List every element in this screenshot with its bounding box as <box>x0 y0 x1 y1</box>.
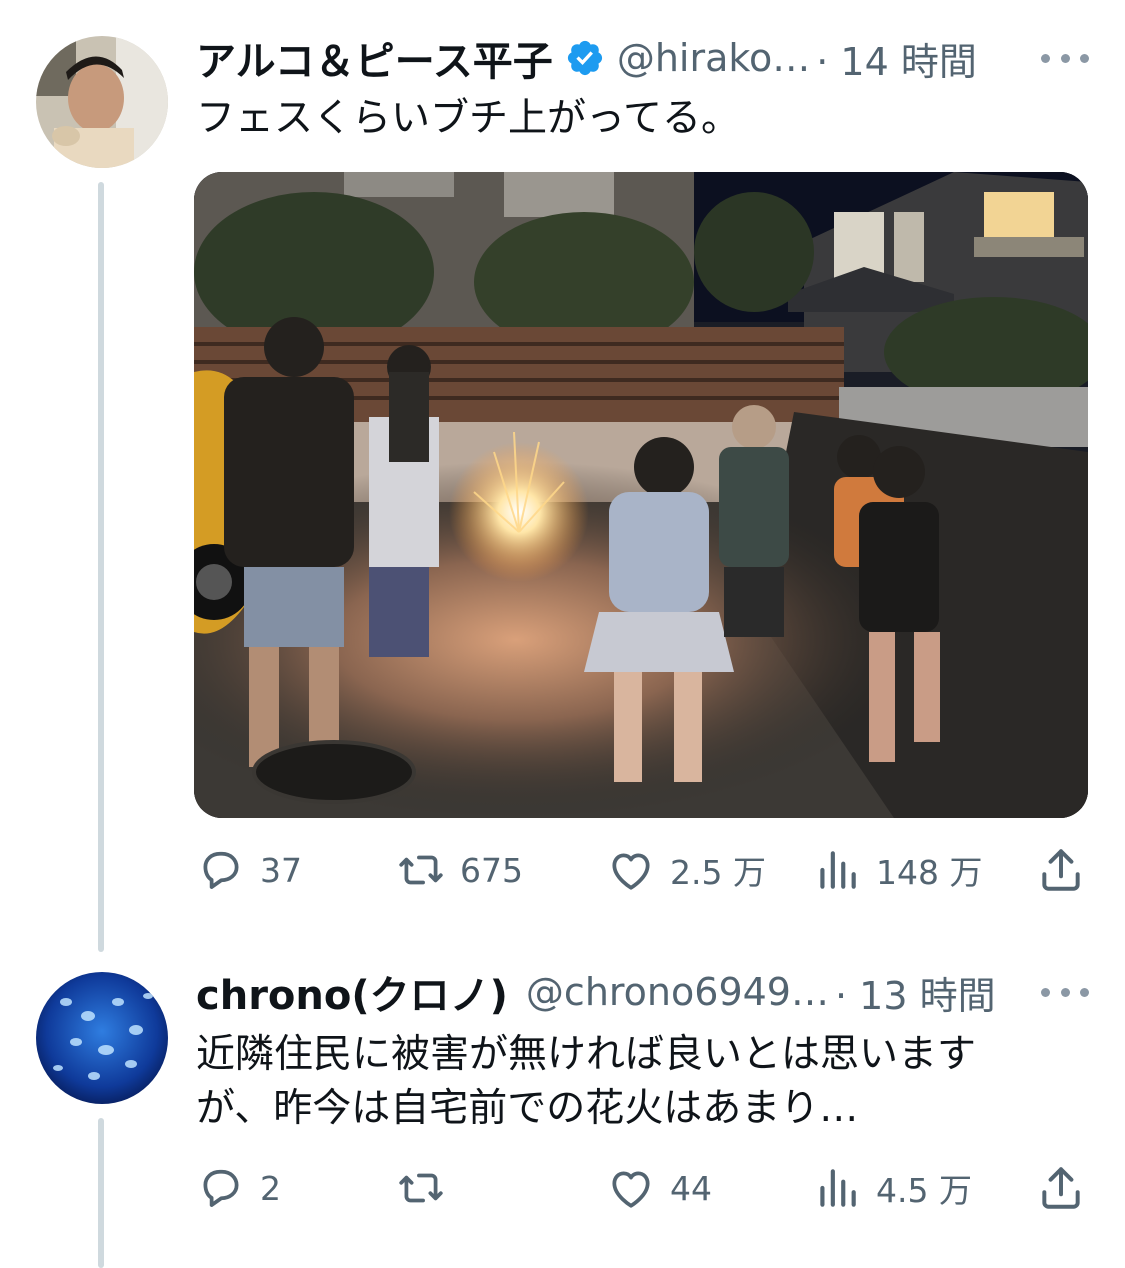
tweet-text: フェスくらいブチ上がってる。 <box>196 96 741 141</box>
user-handle[interactable]: @chrono6949… <box>526 970 829 1014</box>
retweet-button[interactable] <box>396 1158 460 1218</box>
reply-count: 2 <box>260 1168 281 1208</box>
display-name[interactable]: アルコ＆ピース平子 <box>196 29 553 87</box>
tweet-text: 近隣住民に被害が無ければ良いとは思います が、昨今は自宅前での花火はあまり… <box>196 1028 1076 1136</box>
views-button[interactable]: 4.5 万 <box>812 1158 972 1218</box>
tweet-text-line: 近隣住民に被害が無ければ良いとは思います <box>196 1032 977 1077</box>
timestamp[interactable]: · 13 時間 <box>835 965 996 1020</box>
views-count: 4.5 万 <box>876 1171 972 1210</box>
more-options-icon[interactable] <box>1041 46 1089 70</box>
views-count: 148 万 <box>876 853 983 892</box>
tweet-action-bar: 2 44 4.5 万 <box>196 1158 1092 1218</box>
reply-icon <box>203 851 239 889</box>
verified-badge-icon[interactable] <box>565 38 605 78</box>
thread-connector-line <box>98 182 104 952</box>
views-button[interactable]: 148 万 <box>812 840 982 900</box>
heart-icon <box>612 1171 650 1208</box>
avatar[interactable] <box>36 36 168 168</box>
tweet-header: アルコ＆ピース平子 @hirako… · 14 時間 <box>196 28 977 88</box>
avatar[interactable] <box>36 972 168 1104</box>
share-icon <box>1042 849 1080 891</box>
like-button[interactable]: 44 <box>606 1158 712 1218</box>
reply-button[interactable]: 2 <box>196 1158 281 1218</box>
reply-button[interactable]: 37 <box>196 840 302 900</box>
retweet-button[interactable]: 675 <box>396 840 523 900</box>
tweet-action-bar: 37 675 2.5 万 148 万 <box>196 840 1092 900</box>
share-icon <box>1042 1167 1080 1209</box>
like-count: 2.5 万 <box>670 853 766 892</box>
share-button[interactable] <box>1036 840 1086 900</box>
night-street-fireworks-photo <box>194 172 1088 818</box>
share-button[interactable] <box>1036 1158 1086 1218</box>
like-count: 44 <box>670 1168 712 1208</box>
retweet-count: 675 <box>460 850 523 890</box>
user-handle[interactable]: @hirako… <box>617 36 810 80</box>
thread-connector-line <box>98 1118 104 1268</box>
reply-icon <box>203 1169 239 1207</box>
views-bar-chart-icon <box>820 1169 856 1207</box>
like-button[interactable]: 2.5 万 <box>606 840 766 900</box>
tweet-text-line: が、昨今は自宅前での花火はあまり… <box>196 1086 859 1131</box>
tweet-header: chrono(クロノ) @chrono6949… · 13 時間 <box>196 962 996 1022</box>
more-options-icon[interactable] <box>1041 980 1089 1004</box>
retweet-icon <box>399 1173 443 1203</box>
reply-count: 37 <box>260 850 302 890</box>
views-bar-chart-icon <box>820 851 856 889</box>
timestamp[interactable]: · 14 時間 <box>816 31 977 86</box>
display-name[interactable]: chrono(クロノ) <box>196 963 508 1021</box>
tweet-photo[interactable] <box>194 172 1088 818</box>
retweet-icon <box>399 855 443 885</box>
heart-icon <box>612 853 650 890</box>
